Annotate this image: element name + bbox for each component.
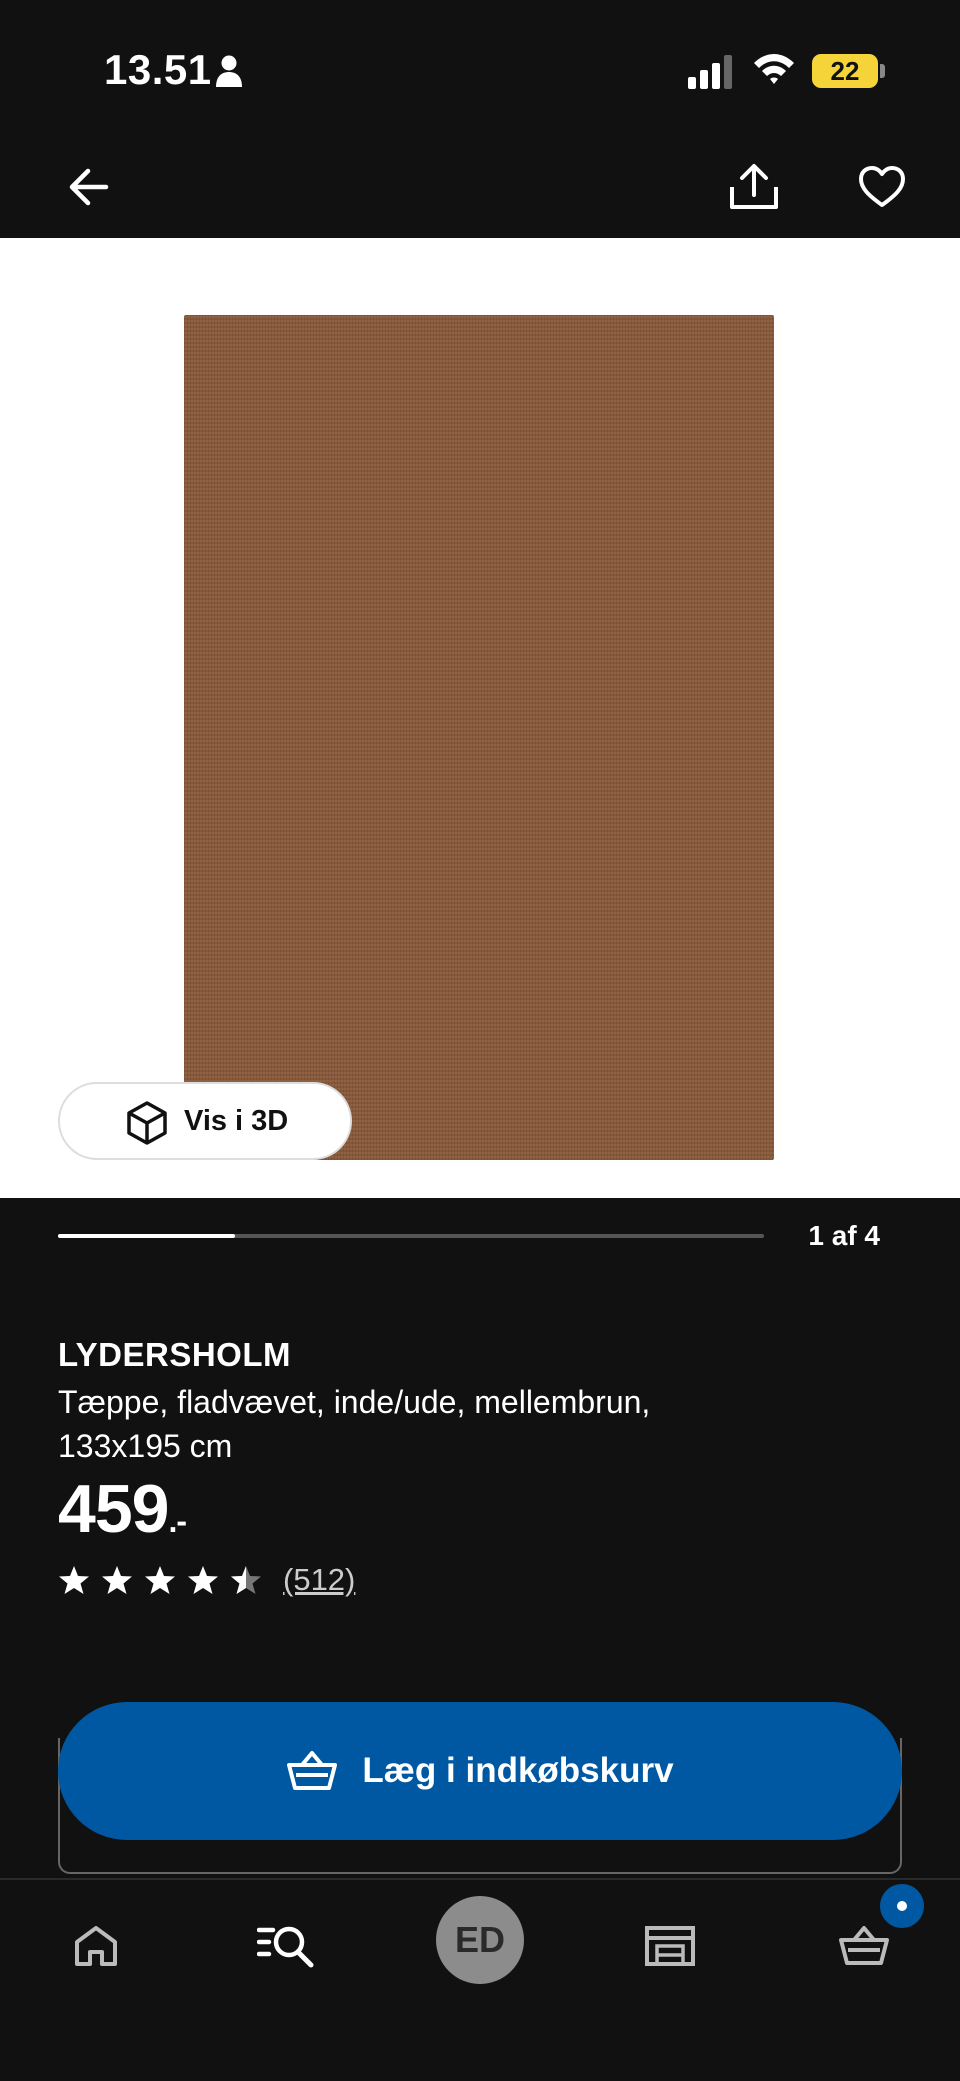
star-icon	[102, 1566, 132, 1594]
star-icon	[145, 1566, 175, 1594]
share-button[interactable]	[722, 155, 786, 219]
store-icon	[645, 1926, 695, 1966]
home-icon	[75, 1926, 117, 1966]
price-suffix: .-	[168, 1503, 187, 1539]
add-to-cart-label: Læg i indkøbskurv	[362, 1751, 674, 1790]
tab-home[interactable]	[56, 1906, 136, 1986]
review-count-link[interactable]: (512)	[283, 1562, 355, 1598]
arrow-left-icon	[69, 168, 109, 206]
battery-level: 22	[830, 56, 860, 86]
search-icon	[257, 1926, 314, 1968]
product-image-gallery[interactable]: Vis i 3D	[0, 238, 960, 1198]
share-icon	[730, 164, 778, 209]
back-button[interactable]	[56, 155, 120, 219]
add-to-cart-button[interactable]: Læg i indkøbskurv	[58, 1702, 902, 1840]
status-bar: 13.51 22	[0, 0, 960, 140]
product-price: 459.-	[58, 1470, 187, 1548]
favorite-button[interactable]	[850, 155, 914, 219]
price-value: 459	[58, 1471, 169, 1547]
gallery-counter: 1 af 4	[808, 1220, 880, 1251]
product-rating[interactable]: (512)	[58, 1562, 355, 1598]
gallery-progress-fill	[58, 1234, 235, 1238]
product-description: Tæppe, fladvævet, inde/ude, mellembrun, …	[58, 1384, 651, 1464]
status-time: 13.51	[104, 46, 212, 93]
cart-icon	[839, 1926, 889, 1965]
cube-3d-icon	[127, 1101, 167, 1145]
tab-profile-avatar[interactable]: ED	[436, 1896, 524, 1984]
product-image-rug	[184, 315, 774, 1160]
star-icon	[59, 1566, 89, 1594]
tab-stores[interactable]	[630, 1906, 710, 1986]
cellular-signal-icon	[688, 55, 732, 89]
gallery-progress-track	[58, 1234, 764, 1238]
view-3d-button[interactable]: Vis i 3D	[58, 1082, 352, 1160]
basket-icon	[287, 1751, 338, 1790]
wifi-icon	[754, 54, 794, 84]
heart-icon	[859, 166, 905, 207]
top-nav	[0, 140, 960, 238]
tab-search[interactable]	[246, 1906, 326, 1986]
half-star-icon	[231, 1566, 261, 1594]
person-icon	[216, 55, 242, 87]
product-name: LYDERSHOLM	[58, 1336, 291, 1373]
cart-badge-dot	[897, 1901, 907, 1911]
star-icon	[188, 1566, 218, 1594]
view-3d-label: Vis i 3D	[184, 1104, 289, 1137]
product-page: 13.51 22 Vis i 3D 1 af 4 LYDERSHOLM Tæpp…	[0, 0, 960, 2081]
battery-cap	[880, 64, 885, 78]
cart-badge	[880, 1884, 924, 1928]
